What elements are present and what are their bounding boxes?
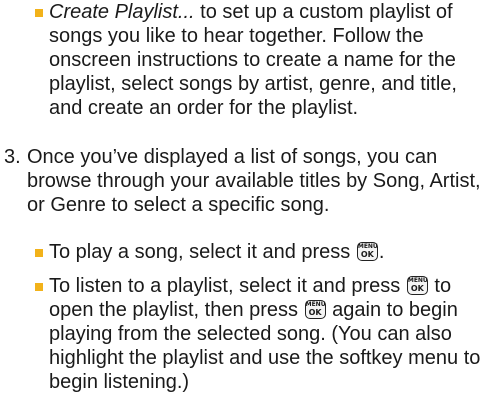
bullet-marker bbox=[35, 9, 43, 17]
listen-text-a: To listen to a playlist, select it and p… bbox=[49, 275, 401, 297]
step-3-text: Once you’ve displayed a list of songs, y… bbox=[27, 146, 481, 216]
bullet-marker bbox=[35, 249, 43, 257]
bullet-create-playlist: Create Playlist... to set up a custom pl… bbox=[49, 0, 484, 120]
play-song-text: To play a song, select it and press bbox=[49, 241, 351, 263]
menu-ok-key-icon: MENU OK bbox=[406, 276, 428, 295]
bullet-marker bbox=[35, 283, 43, 291]
menu-ok-key-icon: MENU OK bbox=[304, 300, 326, 319]
create-playlist-term: Create Playlist... bbox=[49, 1, 195, 23]
play-song-period: . bbox=[378, 241, 385, 263]
step-number: 3. bbox=[4, 146, 21, 168]
bullet-listen-playlist: To listen to a playlist, select it and p… bbox=[49, 274, 487, 394]
bullet-play-song: To play a song, select it and press MENU… bbox=[49, 240, 484, 264]
menu-ok-key-icon: MENU OK bbox=[356, 242, 378, 261]
